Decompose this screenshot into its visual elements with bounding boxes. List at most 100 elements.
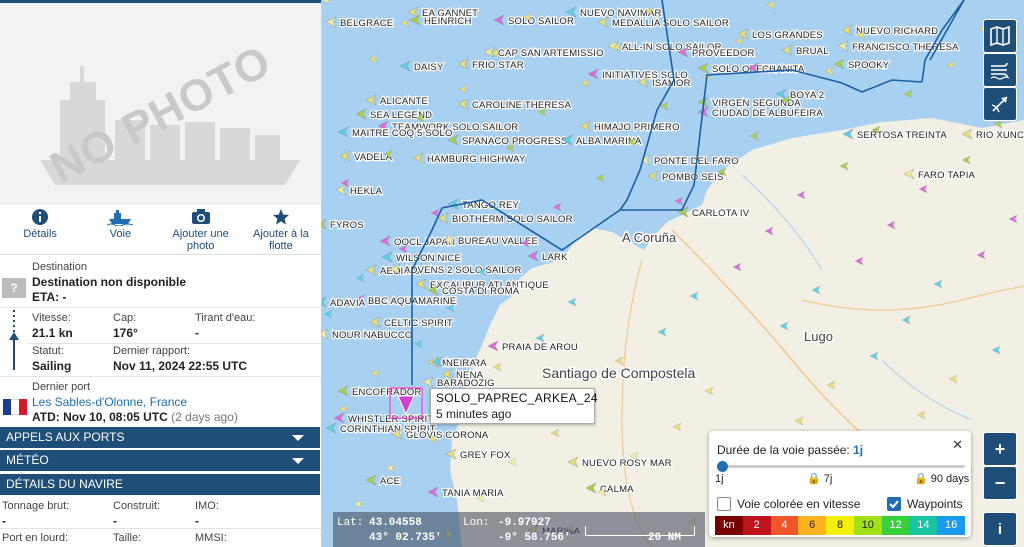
vessel-label[interactable]: FYROS — [329, 219, 365, 232]
vessel-marker[interactable] — [841, 24, 853, 36]
vessel-marker[interactable] — [355, 273, 365, 283]
vessel-marker[interactable] — [322, 296, 327, 308]
vessel-label[interactable]: FARO TAPIA — [917, 169, 977, 182]
vessel-label[interactable]: HEINRICH — [423, 15, 473, 28]
map-info-button[interactable]: i — [983, 512, 1017, 546]
vessel-marker[interactable] — [833, 58, 845, 70]
vessel-label[interactable]: CHANITA — [761, 63, 806, 76]
vessel-label[interactable]: GREY FOX — [459, 449, 512, 462]
vessel-label[interactable]: DAISY — [413, 61, 445, 74]
vessel-label[interactable]: PROVEEDOR — [691, 47, 756, 60]
vessel-label[interactable]: LOS GRANDES — [751, 29, 824, 42]
vessel-label[interactable]: RIO XUNCO — [975, 129, 1024, 142]
vessel-marker[interactable] — [325, 422, 337, 434]
vessel-marker[interactable] — [322, 0, 331, 5]
vessel-label[interactable]: BOYA 2 — [789, 89, 825, 102]
vessel-marker[interactable] — [579, 120, 591, 132]
vessel-label[interactable]: TANIA MARIA — [441, 487, 505, 500]
vessel-label[interactable]: WILSON NICE — [395, 252, 462, 265]
vessel-label[interactable]: NOUR NABUCCO — [331, 329, 414, 342]
close-icon[interactable]: ✕ — [952, 437, 963, 453]
vessel-label[interactable]: CARLOTA IV — [691, 207, 751, 220]
vessel-marker[interactable] — [368, 54, 378, 64]
vessel-marker[interactable] — [415, 278, 427, 290]
vessel-marker[interactable] — [946, 60, 956, 70]
vessel-marker[interactable] — [457, 58, 469, 70]
vessel-marker[interactable] — [385, 463, 395, 473]
vessel-marker[interactable] — [647, 170, 659, 182]
vessel-marker[interactable] — [737, 28, 749, 40]
vessel-label[interactable]: HEKLA — [349, 185, 384, 198]
vessel-marker[interactable] — [369, 316, 381, 328]
vessel-label[interactable]: PRAIA DE AROU — [501, 341, 579, 354]
vessel-label[interactable]: SPOOKY — [847, 59, 891, 72]
vessel-label[interactable]: FRIO STAR — [471, 59, 525, 72]
vessel-marker[interactable] — [337, 126, 349, 138]
vessel-marker[interactable] — [493, 14, 505, 26]
vessel-marker[interactable] — [824, 66, 834, 76]
weather-section[interactable]: MÉTÉO — [0, 450, 320, 471]
vessel-marker[interactable] — [527, 250, 539, 262]
vessel-marker[interactable] — [412, 152, 424, 164]
vessel-marker[interactable] — [379, 235, 391, 247]
vessel-label[interactable]: CAP SAN ARTEMISSIO — [497, 47, 605, 60]
vessel-label[interactable]: NEIRA — [445, 357, 478, 370]
vessel-marker[interactable] — [457, 98, 469, 110]
vessel-marker[interactable] — [674, 196, 684, 206]
vessel-marker[interactable] — [781, 44, 793, 56]
vessel-label[interactable]: HIMAJO PRIMERO — [593, 121, 681, 134]
vessel-marker[interactable] — [353, 499, 363, 509]
vessel-label[interactable]: LARK — [541, 251, 569, 264]
vessel-label[interactable]: SOLO SAILOR — [507, 15, 575, 28]
last-port-link[interactable]: Les Sables-d'Olonne, France — [32, 395, 187, 409]
vessel-label[interactable]: NUEVO RICHARD — [855, 25, 940, 38]
vessel-marker[interactable] — [399, 60, 411, 72]
vessel-marker[interactable] — [734, 36, 744, 46]
vessel-marker[interactable] — [322, 328, 329, 340]
vessel-label[interactable]: CIUDAD DE ALBUFEIRA — [711, 107, 825, 120]
vessel-marker[interactable] — [697, 62, 709, 74]
vessel-marker[interactable] — [427, 486, 439, 498]
speed-color-checkbox[interactable] — [717, 497, 731, 511]
vessel-label[interactable]: MEDALLIA SOLO SAILOR — [611, 17, 730, 30]
add-to-fleet-button[interactable]: Ajouter à la flotte — [241, 208, 321, 254]
vessel-marker[interactable] — [400, 18, 410, 28]
zoom-out-button[interactable]: − — [983, 466, 1017, 500]
vessel-label[interactable]: NENA — [455, 369, 485, 382]
vessel-marker[interactable] — [483, 46, 495, 58]
details-button[interactable]: Détails — [0, 208, 80, 254]
vessel-marker[interactable] — [447, 198, 459, 210]
waypoints-checkbox[interactable] — [887, 497, 901, 511]
vessel-label[interactable]: BELGRACE — [339, 17, 395, 30]
vessel-marker[interactable] — [335, 184, 347, 196]
track-duration-slider[interactable] — [717, 461, 965, 472]
vessel-marker[interactable] — [749, 131, 759, 141]
vessel-marker[interactable] — [595, 173, 605, 183]
vessel-label[interactable]: CELTIC SPIRIT — [383, 317, 454, 330]
vessel-marker[interactable] — [338, 404, 348, 414]
vessel-label[interactable]: ADAVIA — [329, 297, 367, 310]
vessel-label[interactable]: HAMBURG HIGHWAY — [426, 153, 527, 166]
vessel-marker[interactable] — [365, 264, 377, 276]
vessel-label[interactable]: SPANACO PROGRESS — [461, 135, 569, 148]
vessel-label[interactable]: NUEVO ROSY MAR — [581, 457, 673, 470]
vessel-label[interactable]: ACE — [379, 475, 401, 488]
vessel-marker[interactable] — [413, 339, 423, 349]
vessel-label[interactable]: GLOVIS CORONA — [405, 429, 490, 442]
add-photo-button[interactable]: Ajouter une photo — [161, 208, 241, 254]
vessel-marker[interactable] — [355, 108, 367, 120]
vessel-marker[interactable] — [903, 89, 913, 99]
vessel-label[interactable]: MAITRE COQ 5 SOLO — [351, 127, 454, 140]
vessel-marker[interactable] — [333, 412, 345, 424]
vessel-label[interactable]: ADVENS 2 SOLO SAILOR — [403, 264, 523, 277]
vessel-marker[interactable] — [407, 6, 419, 18]
vessel-marker[interactable] — [766, 0, 776, 10]
map-layers-button[interactable] — [983, 19, 1017, 53]
track-button[interactable]: Voie — [80, 208, 160, 254]
vessel-marker[interactable] — [409, 14, 421, 26]
vessel-marker[interactable] — [552, 202, 562, 212]
vessel-marker[interactable] — [381, 251, 393, 263]
vessel-label[interactable]: POMBO SEIS — [661, 171, 725, 184]
vessel-marker[interactable] — [365, 94, 377, 106]
vessel-label[interactable]: FRANCISCO THERESA — [851, 41, 960, 54]
